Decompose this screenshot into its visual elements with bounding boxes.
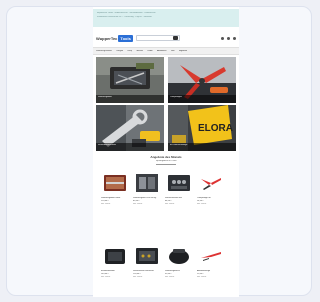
product-card[interactable]: Crimpzange rot 24,90 € inkl. MwSt. bbox=[197, 172, 225, 206]
product-price: 19,90 € bbox=[197, 273, 204, 275]
site-logo[interactable]: WupperTec Tools bbox=[96, 34, 133, 42]
search-icon[interactable] bbox=[172, 36, 178, 40]
product-name[interactable]: Werkzeugtasche bbox=[165, 270, 193, 272]
hero-caption: Werkzeugkoffer bbox=[96, 95, 164, 103]
hero-caption: ELORA Werkzeuge bbox=[168, 143, 236, 151]
product-price: 39,90 € bbox=[165, 273, 172, 275]
product-price: 24,90 € bbox=[197, 200, 204, 202]
user-icon[interactable] bbox=[221, 36, 224, 40]
product-image bbox=[101, 172, 129, 194]
hero-caption-text: Schraubenschlüssel bbox=[98, 144, 116, 146]
product-card[interactable]: Werkzeugsatz Profi 34-tlg. 89,90 € inkl.… bbox=[133, 172, 161, 206]
product-image bbox=[165, 245, 193, 267]
product-name[interactable]: Crimpzange rot bbox=[197, 197, 225, 199]
hero-tile[interactable]: ELORA ELORA Werkzeuge bbox=[168, 105, 236, 151]
product-image bbox=[133, 172, 161, 194]
section-divider bbox=[156, 164, 176, 165]
nav-item[interactable]: Angebote bbox=[179, 50, 188, 52]
product-note: inkl. MwSt. bbox=[197, 203, 207, 205]
product-note: inkl. MwSt. bbox=[101, 203, 111, 205]
product-name[interactable]: Servicekoffer Mechanik bbox=[133, 270, 161, 272]
product-note: inkl. MwSt. bbox=[101, 276, 111, 278]
hero-caption: Schraubenschlüssel bbox=[96, 143, 164, 151]
product-price: 89,90 € bbox=[133, 200, 140, 202]
product-note: inkl. MwSt. bbox=[165, 276, 175, 278]
product-name[interactable]: Elektronikkoffer bbox=[101, 270, 129, 272]
product-note: inkl. MwSt. bbox=[133, 276, 143, 278]
product-card[interactable]: Elektronikkoffer 149,00 € inkl. MwSt. bbox=[101, 245, 129, 279]
nav-item[interactable]: Kabel bbox=[147, 50, 152, 52]
main-navigation: Werkzeug-Marken Zangen Crimp Messen Kabe… bbox=[93, 47, 239, 55]
product-note: inkl. MwSt. bbox=[165, 203, 175, 205]
nav-item[interactable]: Sets bbox=[171, 50, 175, 52]
svg-text:ELORA: ELORA bbox=[198, 123, 233, 134]
product-card[interactable]: Werkzeugtasche 39,90 € inkl. MwSt. bbox=[165, 245, 193, 279]
logo-badge: Tools bbox=[118, 34, 133, 42]
hero-tile[interactable]: Crimpzangen bbox=[168, 57, 236, 103]
hero-tile[interactable]: Schraubenschlüssel bbox=[96, 105, 164, 151]
product-note: inkl. MwSt. bbox=[133, 203, 143, 205]
banner-line: Kostenloser Versand ab 99 € · Rechnung ·… bbox=[97, 16, 152, 18]
hero-caption-text: Werkzeugkoffer bbox=[98, 96, 112, 98]
product-price: 149,00 € bbox=[101, 273, 109, 275]
product-image bbox=[197, 172, 225, 194]
section-subtitle: Top-Angebote für Profis bbox=[155, 160, 177, 162]
search-input[interactable] bbox=[135, 35, 180, 41]
hero-tile[interactable]: Werkzeugkoffer bbox=[96, 57, 164, 103]
product-card[interactable]: Abisolierzange 19,90 € inkl. MwSt. bbox=[197, 245, 225, 279]
product-image bbox=[165, 172, 193, 194]
product-note: inkl. MwSt. bbox=[197, 276, 207, 278]
section-title: Angebote des Monats bbox=[150, 155, 182, 159]
product-price: 129,00 € bbox=[101, 200, 109, 202]
hero-caption: Crimpzangen bbox=[168, 95, 236, 103]
header-icons bbox=[221, 36, 236, 40]
nav-item[interactable]: Messen bbox=[136, 50, 143, 52]
heart-icon[interactable] bbox=[227, 36, 230, 40]
product-card[interactable]: Servicekoffer Mechanik 199,00 € inkl. Mw… bbox=[133, 245, 161, 279]
info-banner: Impressum · AGB · Widerrufsrecht · Versa… bbox=[93, 9, 239, 27]
product-image bbox=[101, 245, 129, 267]
website-screenshot: Impressum · AGB · Widerrufsrecht · Versa… bbox=[93, 7, 239, 297]
product-card[interactable]: Steckschlüssel-Set 64,50 € inkl. MwSt. bbox=[165, 172, 193, 206]
banner-line: Impressum · AGB · Widerrufsrecht · Versa… bbox=[97, 12, 156, 14]
product-price: 64,50 € bbox=[165, 200, 172, 202]
logo-text: WupperTec bbox=[96, 35, 118, 41]
product-name[interactable]: Steckschlüssel-Set bbox=[165, 197, 193, 199]
product-name[interactable]: Abisolierzange bbox=[197, 270, 225, 272]
product-image bbox=[133, 245, 161, 267]
product-price: 199,00 € bbox=[133, 273, 141, 275]
site-header: WupperTec Tools bbox=[93, 31, 239, 45]
product-card[interactable]: Werkzeugkoffer Basic 129,00 € inkl. MwSt… bbox=[101, 172, 129, 206]
hero-caption-text: ELORA Werkzeuge bbox=[170, 144, 188, 146]
product-name[interactable]: Werkzeugsatz Profi 34-tlg. bbox=[133, 197, 161, 199]
hero-caption-text: Crimpzangen bbox=[170, 96, 182, 98]
product-image bbox=[197, 245, 225, 267]
product-name[interactable]: Werkzeugkoffer Basic bbox=[101, 197, 129, 199]
nav-item[interactable]: Abisolieren bbox=[157, 50, 167, 52]
nav-item[interactable]: Werkzeug-Marken bbox=[96, 50, 112, 52]
nav-item[interactable]: Zangen bbox=[116, 50, 123, 52]
nav-item[interactable]: Crimp bbox=[127, 50, 132, 52]
cart-icon[interactable] bbox=[233, 36, 236, 40]
